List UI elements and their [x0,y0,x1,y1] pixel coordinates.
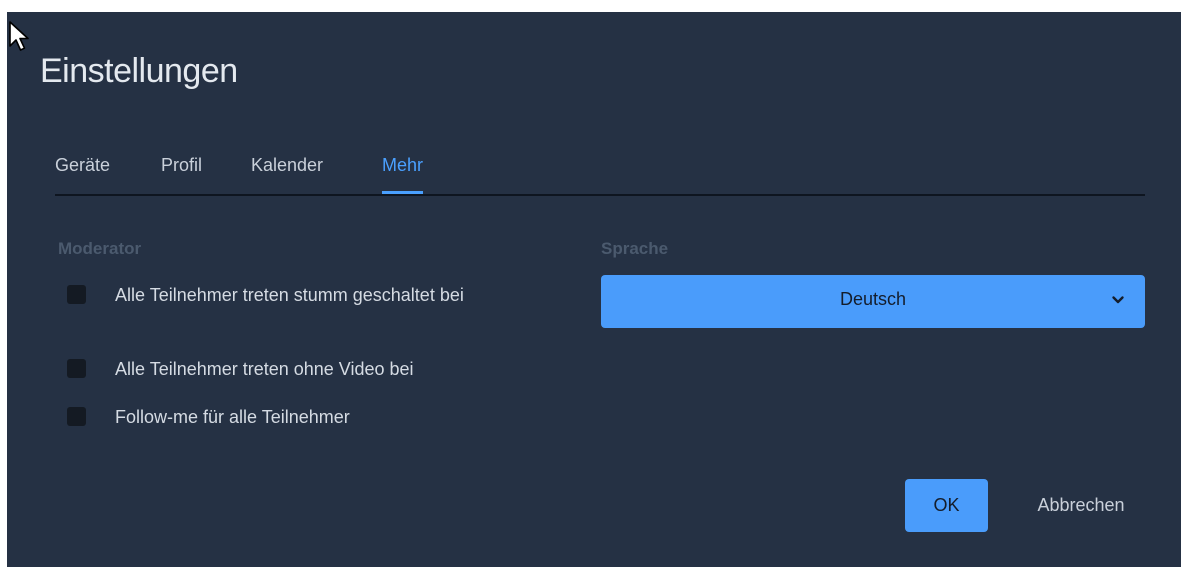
tab-profile[interactable]: Profil [161,152,202,192]
start-no-video-label: Alle Teilnehmer treten ohne Video bei [115,359,414,379]
language-select-value: Deutsch [839,289,907,309]
moderator-heading: Moderator [58,239,142,258]
start-muted-label: Alle Teilnehmer treten stumm geschaltet … [115,285,464,305]
tab-bar: Geräte Profil Kalender Mehr [55,152,1145,196]
chevron-down-icon [1112,296,1124,304]
start-muted-checkbox[interactable] [67,285,86,304]
mouse-pointer-icon [9,21,29,51]
language-heading: Sprache [601,239,669,258]
start-no-video-checkbox[interactable] [67,359,86,378]
settings-dialog: Einstellungen Geräte Profil Kalender Meh… [7,12,1181,567]
language-select[interactable]: Deutsch [601,275,1145,328]
tab-more[interactable]: Mehr [382,152,424,194]
tab-devices[interactable]: Geräte [55,152,110,192]
follow-me-checkbox[interactable] [67,407,86,426]
follow-me-label: Follow-me für alle Teilnehmer [115,407,350,427]
ok-button[interactable]: OK [905,479,988,532]
tab-calendar[interactable]: Kalender [251,152,323,192]
cancel-button[interactable]: Abbrechen [1011,479,1151,532]
dialog-title: Einstellungen [40,52,238,90]
